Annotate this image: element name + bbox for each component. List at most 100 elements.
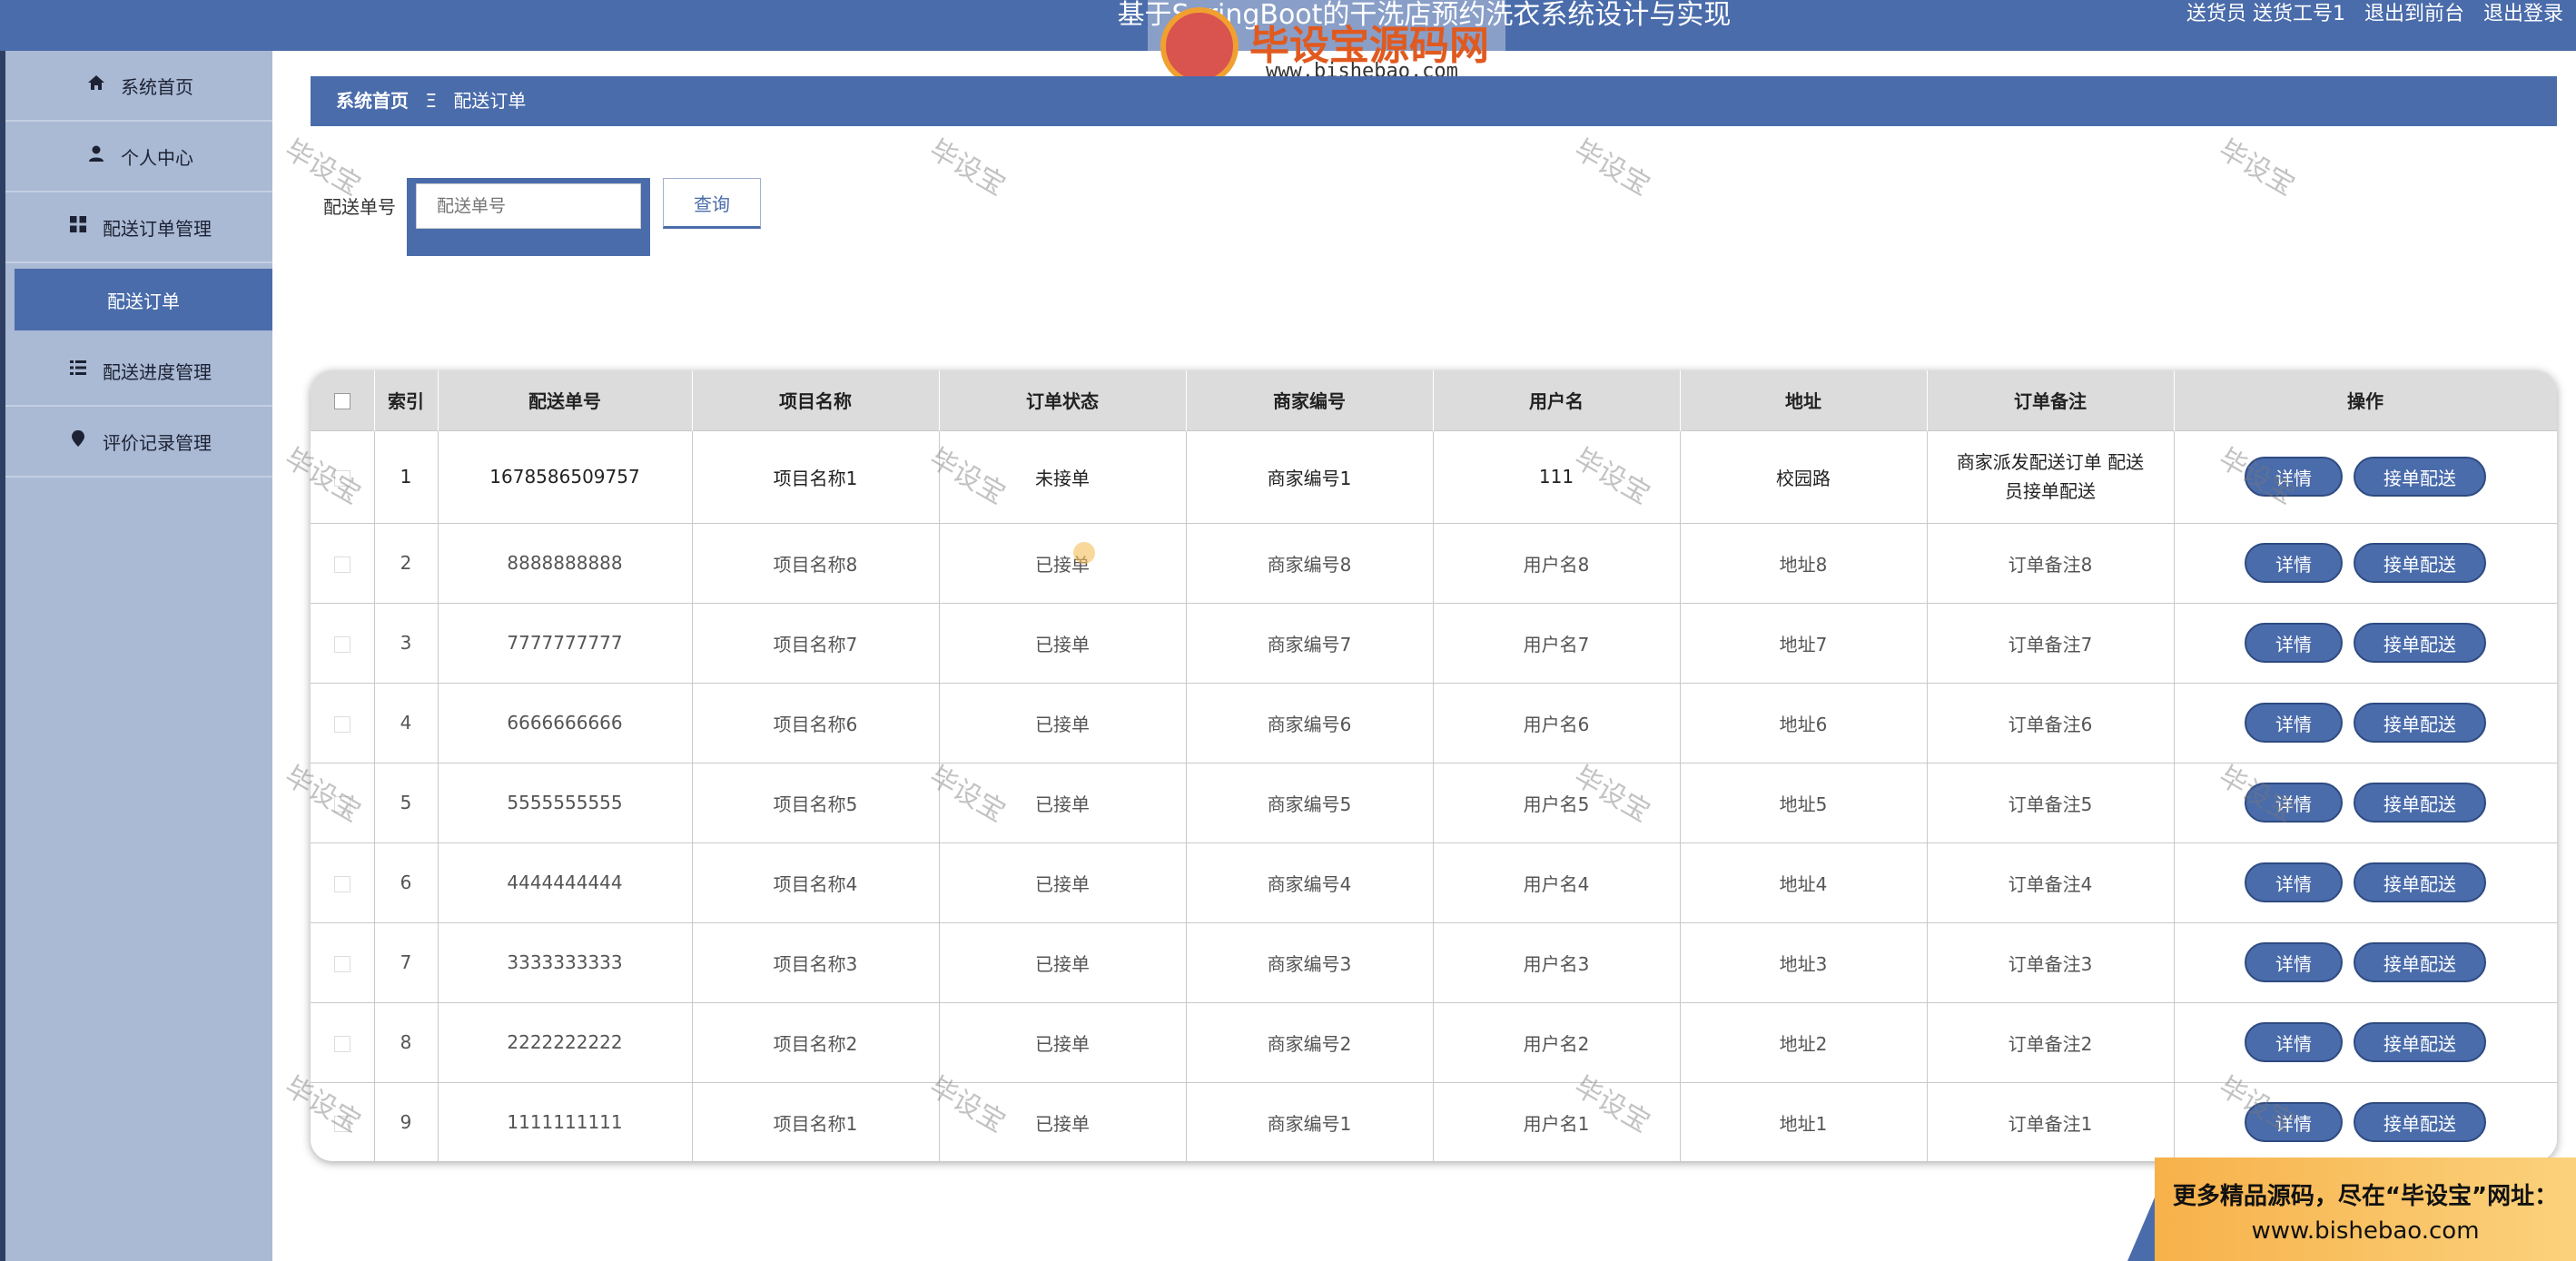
cell-note: 商家派发配送订单 配送员接单配送 bbox=[1927, 429, 2175, 523]
list-icon bbox=[66, 359, 90, 382]
cell-user: 用户名4 bbox=[1433, 842, 1681, 922]
accept-delivery-button[interactable]: 接单配送 bbox=[2354, 703, 2486, 743]
row-select-cell bbox=[311, 429, 375, 523]
cell-address: 校园路 bbox=[1680, 429, 1928, 523]
cell-item: 项目名称1 bbox=[692, 429, 940, 523]
logout-link[interactable]: 退出登录 bbox=[2483, 3, 2563, 25]
detail-button[interactable]: 详情 bbox=[2245, 783, 2343, 823]
row-checkbox[interactable] bbox=[333, 875, 350, 892]
cell-index: 1 bbox=[374, 429, 439, 523]
row-actions: 详情 接单配送 bbox=[2174, 522, 2557, 603]
cell-note: 订单备注8 bbox=[1927, 522, 2175, 603]
cell-note: 订单备注2 bbox=[1927, 1001, 2175, 1082]
cell-address: 地址1 bbox=[1680, 1081, 1928, 1161]
cell-index: 4 bbox=[374, 682, 439, 763]
row-checkbox[interactable] bbox=[333, 715, 350, 733]
back-to-front-link[interactable]: 退出到前台 bbox=[2364, 3, 2464, 25]
row-select-cell bbox=[311, 1001, 375, 1082]
sidebar-item-label: 配送进度管理 bbox=[103, 360, 212, 383]
detail-button[interactable]: 详情 bbox=[2245, 942, 2343, 982]
sidebar-item-home[interactable]: 系统首页 bbox=[5, 51, 272, 122]
row-select-cell bbox=[311, 522, 375, 603]
cell-user: 用户名6 bbox=[1433, 682, 1681, 763]
accept-delivery-button[interactable]: 接单配送 bbox=[2354, 1022, 2486, 1062]
cell-merchant: 商家编号4 bbox=[1186, 842, 1434, 922]
cell-note: 订单备注7 bbox=[1927, 602, 2175, 683]
column-header: 地址 bbox=[1680, 370, 1928, 430]
detail-button[interactable]: 详情 bbox=[2245, 862, 2343, 902]
sidebar-item-delivery-order[interactable]: 配送订单 bbox=[15, 269, 272, 330]
table-row: 2 8888888888 项目名称8 已接单 商家编号8 用户名8 地址8 订单备注8 详情 接单… bbox=[311, 522, 2557, 603]
search-button[interactable]: 查询 bbox=[663, 178, 761, 229]
search-box bbox=[407, 178, 650, 256]
detail-button[interactable]: 详情 bbox=[2245, 457, 2343, 497]
cell-merchant: 商家编号7 bbox=[1186, 602, 1434, 683]
accept-delivery-button[interactable]: 接单配送 bbox=[2354, 1102, 2486, 1143]
column-header: 商家编号 bbox=[1186, 370, 1434, 430]
ad-banner[interactable]: 更多精品源码，尽在“毕设宝”网址： www.bishebao.com bbox=[2155, 1158, 2576, 1261]
row-actions: 详情 接单配送 bbox=[2174, 1081, 2557, 1161]
row-checkbox[interactable] bbox=[333, 635, 350, 653]
select-all-checkbox[interactable] bbox=[333, 393, 350, 410]
sidebar-item-label: 系统首页 bbox=[121, 75, 193, 98]
cell-order-no: 6666666666 bbox=[438, 682, 693, 763]
top-bar-actions: 送货员 送货工号1 退出到前台 退出登录 bbox=[2174, 0, 2563, 31]
sidebar-item-delivery-progress-mgmt[interactable]: 配送进度管理 bbox=[5, 336, 272, 407]
sidebar-item-profile[interactable]: 个人中心 bbox=[5, 122, 272, 192]
accept-delivery-button[interactable]: 接单配送 bbox=[2354, 942, 2486, 982]
order-table: 索引 配送单号 项目名称 订单状态 商家编号 用户名 地址 订单备注 操作 11… bbox=[311, 370, 2557, 1161]
sidebar-item-delivery-order-mgmt[interactable]: 配送订单管理 bbox=[5, 192, 272, 263]
order-table-container: 索引 配送单号 项目名称 订单状态 商家编号 用户名 地址 订单备注 操作 11… bbox=[311, 370, 2557, 1161]
cell-order-no: 2222222222 bbox=[438, 1001, 693, 1082]
table-row: 7 3333333333 项目名称3 已接单 商家编号3 用户名3 地址3 订单备注3 详情 接单… bbox=[311, 921, 2557, 1002]
accept-delivery-button[interactable]: 接单配送 bbox=[2354, 457, 2486, 497]
cell-order-no: 8888888888 bbox=[438, 522, 693, 603]
detail-button[interactable]: 详情 bbox=[2245, 1022, 2343, 1062]
row-select-cell bbox=[311, 842, 375, 922]
sidebar-item-review-mgmt[interactable]: 评价记录管理 bbox=[5, 407, 272, 478]
cell-note: 订单备注1 bbox=[1927, 1081, 2175, 1161]
accept-delivery-button[interactable]: 接单配送 bbox=[2354, 783, 2486, 823]
row-checkbox[interactable] bbox=[333, 1035, 350, 1052]
cell-order-no: 1678586509757 bbox=[438, 429, 693, 523]
ad-banner-url: www.bishebao.com bbox=[2251, 1217, 2480, 1245]
row-checkbox[interactable] bbox=[333, 556, 350, 573]
main-content: 系统首页 Ξ 配送订单 配送单号 查询 索引 配送单号 项目名称 订单状态 商家… bbox=[272, 51, 2576, 1261]
row-checkbox[interactable] bbox=[333, 469, 350, 487]
breadcrumb-home[interactable]: 系统首页 bbox=[336, 90, 409, 112]
row-actions: 详情 接单配送 bbox=[2174, 921, 2557, 1002]
row-checkbox[interactable] bbox=[333, 795, 350, 813]
cell-address: 地址2 bbox=[1680, 1001, 1928, 1082]
table-row: 5 5555555555 项目名称5 已接单 商家编号5 用户名5 地址5 订单备注5 详情 接单… bbox=[311, 762, 2557, 842]
cell-order-no: 3333333333 bbox=[438, 921, 693, 1002]
cell-status: 已接单 bbox=[939, 762, 1187, 842]
cell-order-no: 5555555555 bbox=[438, 762, 693, 842]
sidebar-item-label: 配送订单 bbox=[107, 290, 180, 312]
detail-button[interactable]: 详情 bbox=[2245, 623, 2343, 663]
row-select-cell bbox=[311, 762, 375, 842]
row-checkbox[interactable] bbox=[333, 955, 350, 972]
cell-status: 已接单 bbox=[939, 842, 1187, 922]
cell-merchant: 商家编号5 bbox=[1186, 762, 1434, 842]
table-row: 3 7777777777 项目名称7 已接单 商家编号7 用户名7 地址7 订单备注7 详情 接单… bbox=[311, 602, 2557, 683]
detail-button[interactable]: 详情 bbox=[2245, 543, 2343, 583]
row-actions: 详情 接单配送 bbox=[2174, 602, 2557, 683]
cell-user: 用户名5 bbox=[1433, 762, 1681, 842]
column-header: 订单备注 bbox=[1927, 370, 2175, 430]
accept-delivery-button[interactable]: 接单配送 bbox=[2354, 543, 2486, 583]
cell-item: 项目名称3 bbox=[692, 921, 940, 1002]
detail-button[interactable]: 详情 bbox=[2245, 703, 2343, 743]
row-checkbox[interactable] bbox=[333, 1115, 350, 1132]
detail-button[interactable]: 详情 bbox=[2245, 1102, 2343, 1143]
column-header: 订单状态 bbox=[939, 370, 1187, 430]
accept-delivery-button[interactable]: 接单配送 bbox=[2354, 862, 2486, 902]
cell-index: 3 bbox=[374, 602, 439, 683]
table-row: 4 6666666666 项目名称6 已接单 商家编号6 用户名6 地址6 订单备注6 详情 接单… bbox=[311, 682, 2557, 763]
cell-user: 111 bbox=[1433, 429, 1681, 523]
cell-item: 项目名称4 bbox=[692, 842, 940, 922]
order-no-search-input[interactable] bbox=[416, 183, 641, 229]
cell-merchant: 商家编号3 bbox=[1186, 921, 1434, 1002]
cell-status: 已接单 bbox=[939, 522, 1187, 603]
cell-address: 地址7 bbox=[1680, 602, 1928, 683]
accept-delivery-button[interactable]: 接单配送 bbox=[2354, 623, 2486, 663]
